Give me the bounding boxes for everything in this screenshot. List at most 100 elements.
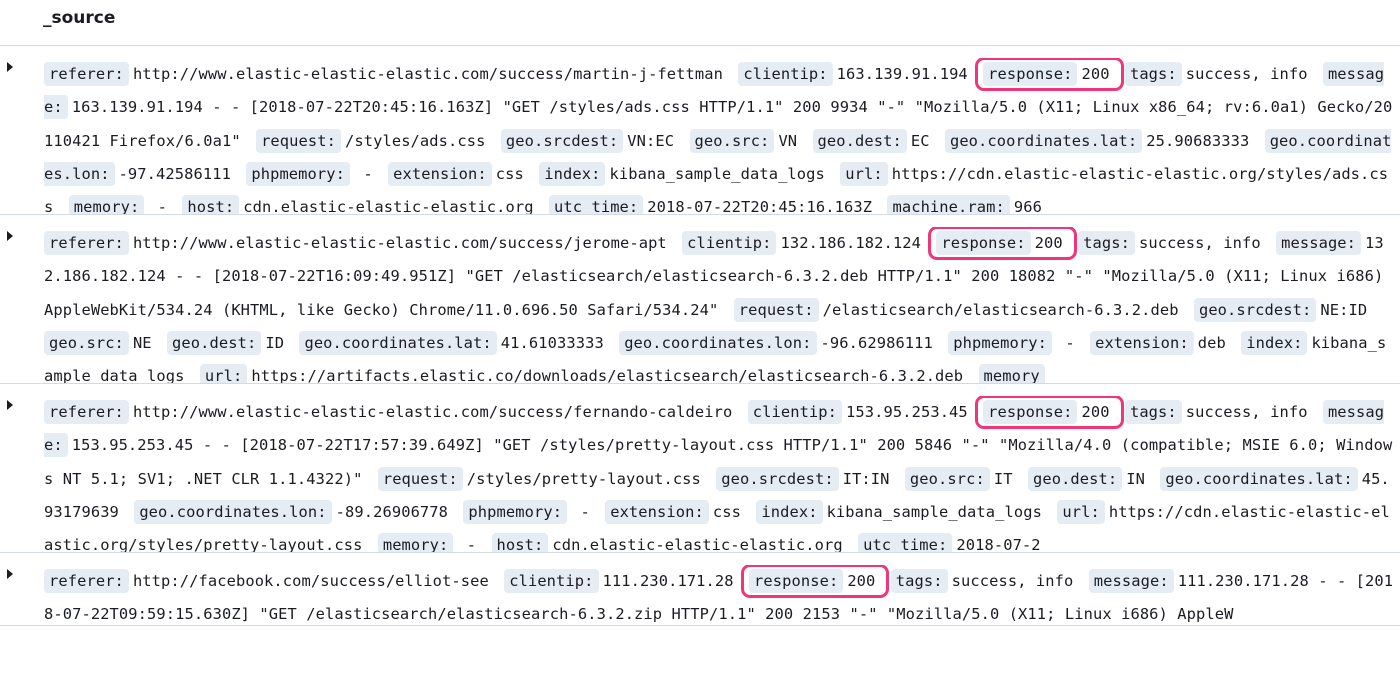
field-key: response: bbox=[983, 62, 1078, 86]
source-field: geo.coordinates.lat: 41.61033333 bbox=[299, 330, 609, 355]
field-value: - bbox=[457, 536, 486, 552]
field-value: success, info bbox=[951, 572, 1074, 590]
field-value: ID bbox=[265, 333, 285, 352]
field-value: http://www.elastic-elastic-elastic.com/s… bbox=[132, 65, 723, 83]
field-value: /styles/pretty-layout.css bbox=[466, 469, 701, 488]
field-value: -96.62986111 bbox=[820, 333, 933, 352]
field-key: host: bbox=[182, 195, 240, 214]
source-field: utc_time: 2018-07-22T20:45:16.163Z bbox=[549, 195, 878, 214]
field-value: 2018-07-2 bbox=[956, 536, 1041, 552]
field-key: tags: bbox=[890, 569, 948, 593]
source-field: request:/elasticsearch/elasticsearch-6.3… bbox=[733, 297, 1185, 322]
field-value: /elasticsearch/elasticsearch-6.3.2.deb bbox=[822, 300, 1179, 319]
field-key: message: bbox=[1088, 569, 1174, 593]
field-value: VN bbox=[778, 131, 798, 150]
source-field: extension: css bbox=[605, 499, 747, 524]
field-key: machine.ram: bbox=[887, 195, 1010, 214]
expand-caret-icon[interactable] bbox=[7, 569, 13, 579]
source-fields: referer: http://www.elastic-elastic-elast… bbox=[44, 396, 1394, 552]
source-field: geo.srcdest: VN:EC bbox=[500, 128, 680, 153]
source-field: phpmemory: - bbox=[463, 499, 605, 524]
field-key: tags: bbox=[1078, 231, 1135, 255]
field-value: 200 bbox=[1081, 65, 1110, 83]
column-title: _source bbox=[43, 8, 116, 28]
field-key: index: bbox=[1241, 330, 1308, 355]
source-field: clientip: 153.95.253.45 bbox=[747, 400, 974, 424]
source-field: url: https://artifacts.elastic.co/downloa… bbox=[199, 364, 969, 383]
field-key: geo.coordinates.lat: bbox=[944, 128, 1143, 153]
field-key: geo.dest: bbox=[812, 128, 907, 153]
field-key: utc_time: bbox=[549, 195, 644, 214]
field-value: 111.230.171.28 bbox=[602, 572, 734, 590]
field-key: geo.src: bbox=[44, 330, 129, 355]
document-row: referer: http://facebook.com/success/elli… bbox=[0, 553, 1400, 626]
source-field: index: kibana_sample_data_logs bbox=[756, 499, 1048, 524]
field-key: response: bbox=[936, 231, 1031, 255]
field-key: request: bbox=[733, 297, 819, 322]
field-value: NE bbox=[132, 333, 152, 352]
field-key: geo.src: bbox=[904, 466, 990, 491]
field-key: extension: bbox=[388, 161, 492, 186]
source-field: geo.coordinates.lat: 25.90683333 bbox=[944, 128, 1255, 153]
field-key: url: bbox=[1057, 499, 1105, 524]
source-field: phpmemory: - bbox=[948, 330, 1090, 355]
field-key: extension: bbox=[605, 499, 709, 524]
document-row: referer: http://www.elastic-elastic-elast… bbox=[0, 384, 1400, 553]
field-value: NE:ID bbox=[1320, 300, 1368, 319]
field-value: kibana_sample_data_logs bbox=[826, 502, 1042, 521]
source-field: request:/styles/ads.css bbox=[256, 128, 491, 153]
field-value: http://facebook.com/success/elliot-see bbox=[132, 572, 489, 590]
field-value: 41.61033333 bbox=[500, 333, 604, 352]
field-key: phpmemory: bbox=[948, 330, 1052, 355]
field-key: phpmemory: bbox=[463, 499, 568, 524]
field-key: geo.coordinates.lon: bbox=[134, 499, 332, 524]
field-value: http://www.elastic-elastic-elastic.com/s… bbox=[132, 234, 667, 252]
expand-caret-icon[interactable] bbox=[7, 400, 13, 410]
field-value: cdn.elastic-elastic-elastic.org bbox=[243, 198, 534, 214]
source-column-header: _source bbox=[0, 0, 1400, 46]
highlighted-field: response: 200 bbox=[975, 58, 1124, 91]
field-key: geo.dest: bbox=[1027, 466, 1123, 491]
source-field: phpmemory: - bbox=[246, 161, 388, 186]
field-key: request: bbox=[256, 128, 341, 153]
source-field: clientip: 163.139.91.194 bbox=[738, 62, 973, 86]
field-key: url: bbox=[199, 364, 248, 383]
field-key: geo.coordinates.lat: bbox=[1160, 466, 1358, 491]
field-key: geo.coordinates.lat: bbox=[299, 330, 497, 355]
source-field: utc_time: 2018-07-2 bbox=[858, 533, 1047, 552]
field-key: clientip: bbox=[747, 400, 843, 424]
field-value: https://artifacts.elastic.co/downloads/e… bbox=[251, 367, 964, 383]
field-value: - bbox=[1055, 333, 1085, 352]
expand-caret-icon[interactable] bbox=[7, 231, 13, 241]
field-key: message: bbox=[1276, 231, 1362, 255]
source-field: geo.src: NE bbox=[44, 330, 158, 355]
field-key: memory bbox=[978, 364, 1045, 383]
field-key: referer: bbox=[44, 62, 129, 86]
field-key: referer: bbox=[44, 400, 129, 424]
field-key: index: bbox=[756, 499, 823, 524]
field-value: 153.95.253.45 bbox=[846, 403, 968, 421]
field-value: http://www.elastic-elastic-elastic.com/s… bbox=[132, 403, 733, 421]
field-key: clientip: bbox=[504, 569, 599, 593]
field-key: response: bbox=[983, 400, 1078, 424]
field-value: success, info bbox=[1185, 65, 1308, 83]
field-value: IT:IN bbox=[842, 469, 890, 488]
source-field: host: cdn.elastic-elastic-elastic.org bbox=[182, 195, 539, 214]
source-field: request:/styles/pretty-layout.css bbox=[377, 466, 707, 491]
expand-caret-icon[interactable] bbox=[7, 62, 13, 72]
field-value: cdn.elastic-elastic-elastic.org bbox=[552, 536, 843, 552]
field-key: request: bbox=[377, 466, 463, 491]
field-value: EC bbox=[910, 131, 930, 150]
field-value: css bbox=[712, 502, 741, 521]
field-value: 2018-07-22T20:45:16.163Z bbox=[647, 198, 873, 214]
highlighted-field: response: 200 bbox=[740, 565, 890, 598]
field-key: geo.dest: bbox=[167, 330, 262, 355]
field-value: deb bbox=[1197, 333, 1226, 352]
field-value: 163.139.91.194 bbox=[836, 65, 968, 83]
highlighted-field: response: 200 bbox=[975, 396, 1124, 429]
field-value: 200 bbox=[1081, 403, 1110, 421]
field-value: 25.90683333 bbox=[1146, 131, 1250, 150]
source-field: tags: success, info bbox=[1078, 231, 1267, 255]
source-field: memory: - bbox=[377, 533, 492, 552]
source-field: geo.coordinates.lon: -96.62986111 bbox=[619, 330, 939, 355]
